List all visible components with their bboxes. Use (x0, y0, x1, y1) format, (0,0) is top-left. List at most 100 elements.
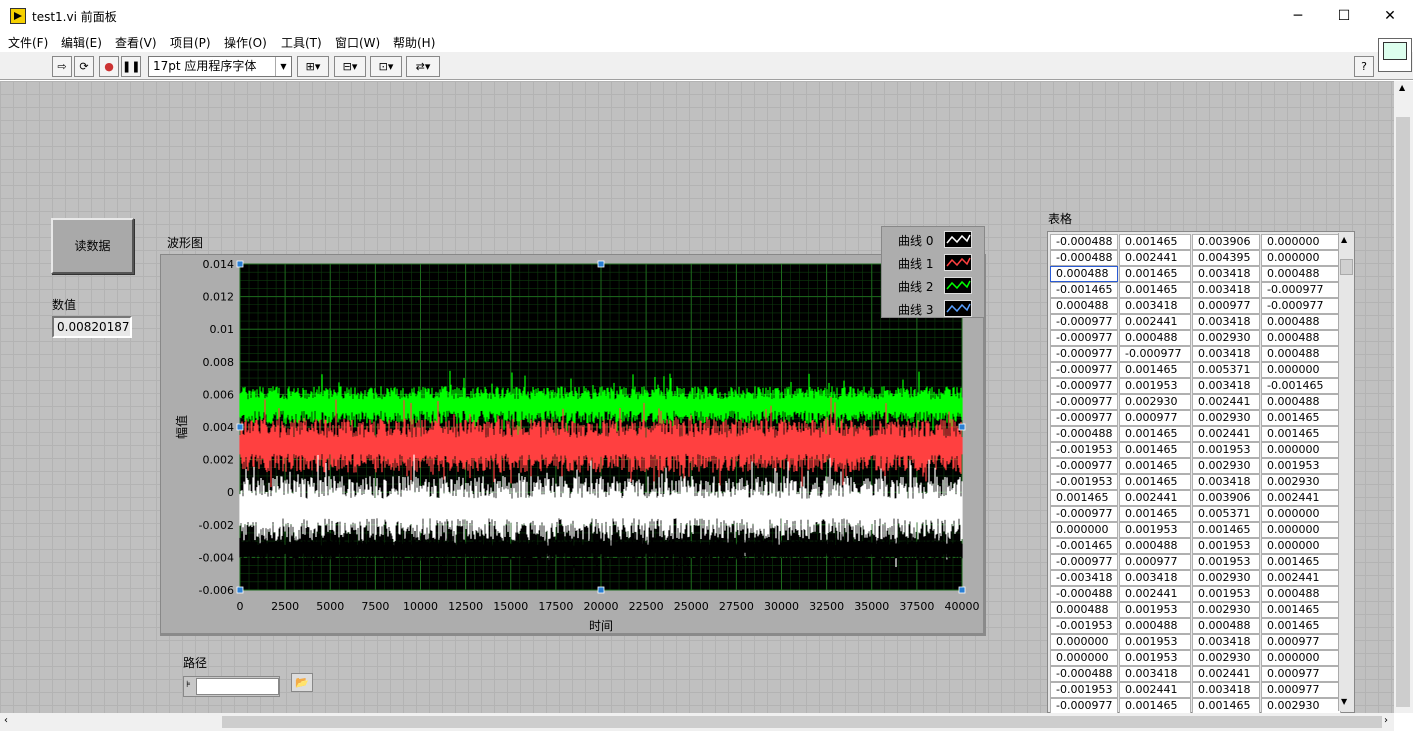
table-cell[interactable]: 0.001953 (1192, 442, 1260, 458)
table-cell[interactable]: 0.002441 (1119, 314, 1191, 330)
legend-item[interactable]: 曲线 3 (882, 299, 984, 319)
table-cell[interactable]: -0.001465 (1050, 538, 1118, 554)
legend-item[interactable]: 曲线 1 (882, 253, 984, 273)
legend-item[interactable]: 曲线 0 (882, 230, 984, 250)
table-cell[interactable]: -0.000977 (1050, 394, 1118, 410)
table-cell[interactable]: 0.000000 (1050, 650, 1118, 666)
table-cell[interactable]: 0.003418 (1119, 666, 1191, 682)
table-cell[interactable]: -0.000977 (1050, 378, 1118, 394)
table-cell[interactable]: -0.000488 (1050, 426, 1118, 442)
table-cell[interactable]: -0.001953 (1050, 682, 1118, 698)
table-cell[interactable]: 0.001465 (1119, 426, 1191, 442)
table-cell[interactable]: 0.001953 (1119, 602, 1191, 618)
table-cell[interactable]: 0.000488 (1050, 602, 1118, 618)
table-cell[interactable]: 0.000488 (1261, 314, 1341, 330)
table-cell[interactable]: 0.000000 (1261, 538, 1341, 554)
table-cell[interactable]: 0.005371 (1192, 506, 1260, 522)
table-cell[interactable]: 0.000000 (1261, 442, 1341, 458)
table-cell[interactable]: 0.002930 (1192, 410, 1260, 426)
table-cell[interactable]: 0.003418 (1192, 314, 1260, 330)
table-cell[interactable]: 0.003906 (1192, 490, 1260, 506)
table-cell[interactable]: 0.000488 (1192, 618, 1260, 634)
table-cell[interactable]: 0.001465 (1050, 490, 1118, 506)
table-cell[interactable]: -0.000977 (1050, 314, 1118, 330)
table-cell[interactable]: 0.001953 (1261, 458, 1341, 474)
table-cell[interactable]: 0.002441 (1119, 682, 1191, 698)
table-cell[interactable]: 0.001465 (1119, 698, 1191, 714)
table-cell[interactable]: 0.003418 (1192, 378, 1260, 394)
table-cell[interactable]: 0.002930 (1192, 570, 1260, 586)
table-cell[interactable]: -0.000488 (1050, 586, 1118, 602)
scroll-up-icon[interactable]: ▲ (1399, 83, 1405, 92)
table-cell[interactable]: 0.001465 (1119, 234, 1191, 250)
folder-browse-icon[interactable]: 📂 (291, 673, 313, 692)
table-cell[interactable]: 0.002930 (1261, 698, 1341, 714)
plot-legend[interactable]: 曲线 0 曲线 1 曲线 2 曲线 3 (881, 226, 985, 318)
vertical-scrollbar[interactable]: ▲ (1394, 81, 1413, 713)
table-cell[interactable]: -0.000977 (1119, 346, 1191, 362)
table-cell[interactable]: 0.001953 (1192, 554, 1260, 570)
path-input[interactable] (196, 678, 279, 695)
table-cell[interactable]: 0.001465 (1119, 282, 1191, 298)
scroll-up-icon[interactable]: ▲ (1341, 235, 1347, 244)
table-cell[interactable]: 0.000977 (1261, 634, 1341, 650)
legend-item[interactable]: 曲线 2 (882, 276, 984, 296)
table-cell[interactable]: 0.001953 (1119, 378, 1191, 394)
table-cell[interactable]: -0.000977 (1261, 298, 1341, 314)
table-cell[interactable]: -0.001953 (1050, 618, 1118, 634)
scroll-right-icon[interactable]: › (1384, 715, 1388, 726)
table-cell[interactable]: -0.000977 (1050, 506, 1118, 522)
table-cell[interactable]: 0.000000 (1261, 522, 1341, 538)
table-cell[interactable]: 0.001465 (1261, 618, 1341, 634)
table-cell[interactable]: 0.002930 (1192, 602, 1260, 618)
table-scrollbar[interactable]: ▲ ▼ (1338, 233, 1354, 711)
table-cell[interactable]: 0.001465 (1261, 602, 1341, 618)
table-cell[interactable]: -0.000977 (1261, 282, 1341, 298)
table-cell[interactable]: 0.002930 (1261, 474, 1341, 490)
table-cell[interactable]: 0.000488 (1261, 586, 1341, 602)
table-cell[interactable]: 0.000000 (1050, 522, 1118, 538)
table-cell[interactable]: 0.001465 (1261, 426, 1341, 442)
table-cell[interactable]: -0.001953 (1050, 442, 1118, 458)
table-cell[interactable]: -0.000977 (1050, 554, 1118, 570)
table-cell[interactable]: 0.002441 (1192, 666, 1260, 682)
table-cell[interactable]: 0.001465 (1119, 458, 1191, 474)
table-cell[interactable]: 0.002441 (1261, 570, 1341, 586)
table-scroll-thumb[interactable] (1340, 259, 1353, 275)
table-cell[interactable]: 0.000488 (1261, 330, 1341, 346)
table-cell[interactable]: 0.000000 (1261, 650, 1341, 666)
table-cell[interactable]: 0.003418 (1192, 346, 1260, 362)
table-cell[interactable]: 0.000488 (1261, 266, 1341, 282)
vertical-scroll-thumb[interactable] (1396, 117, 1410, 707)
table-cell[interactable]: -0.000977 (1050, 410, 1118, 426)
table-cell[interactable]: -0.001465 (1261, 378, 1341, 394)
table-cell[interactable]: 0.000488 (1261, 346, 1341, 362)
table-cell[interactable]: 0.001465 (1119, 474, 1191, 490)
table-cell[interactable]: 0.001953 (1119, 522, 1191, 538)
table-cell[interactable]: -0.000977 (1050, 330, 1118, 346)
table-cell[interactable]: 0.005371 (1192, 362, 1260, 378)
horizontal-scroll-thumb[interactable] (222, 716, 1382, 728)
table-cell[interactable]: 0.002441 (1192, 394, 1260, 410)
table-cell[interactable]: 0.002930 (1192, 458, 1260, 474)
table-cell[interactable]: 0.002441 (1192, 426, 1260, 442)
table-cell[interactable]: 0.003418 (1192, 634, 1260, 650)
table-cell[interactable]: 0.001465 (1119, 506, 1191, 522)
scroll-down-icon[interactable]: ▼ (1341, 697, 1347, 706)
table-cell[interactable]: 0.000000 (1261, 250, 1341, 266)
table-cell[interactable]: 0.000488 (1050, 298, 1118, 314)
table-cell[interactable]: -0.000977 (1050, 362, 1118, 378)
table-cell[interactable]: 0.002930 (1192, 650, 1260, 666)
table-cell[interactable]: 0.000000 (1261, 362, 1341, 378)
table-cell[interactable]: 0.001953 (1192, 586, 1260, 602)
table-cell[interactable]: 0.001465 (1261, 410, 1341, 426)
table-cell[interactable]: -0.000977 (1050, 698, 1118, 714)
table-cell[interactable]: 0.003418 (1192, 266, 1260, 282)
table-cell[interactable]: -0.000488 (1050, 250, 1118, 266)
table-cell[interactable]: 0.000488 (1119, 330, 1191, 346)
table-cell[interactable]: 0.001465 (1192, 698, 1260, 714)
table-cell[interactable]: 0.000488 (1050, 266, 1118, 282)
table-cell[interactable]: 0.003906 (1192, 234, 1260, 250)
table-cell[interactable]: 0.003418 (1119, 298, 1191, 314)
table-cell[interactable]: 0.002930 (1192, 330, 1260, 346)
